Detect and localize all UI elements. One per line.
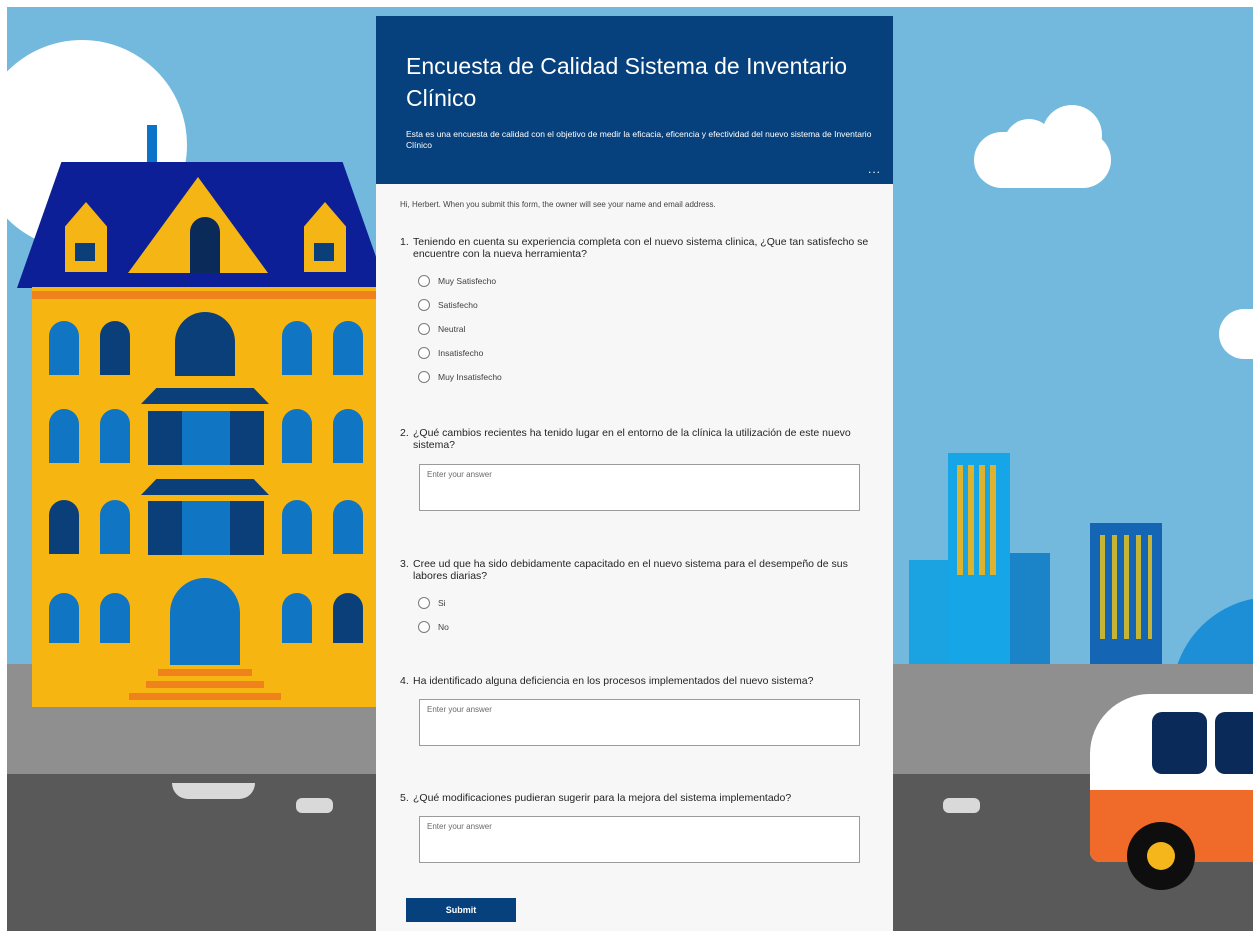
drain-grate (172, 783, 255, 799)
question-5: 5. ¿Qué modificaciones pudieran sugerir … (400, 792, 870, 804)
window (100, 321, 130, 375)
answer-input-4[interactable]: Enter your answer (419, 699, 860, 746)
question-text: Ha identificado alguna deficiencia en lo… (413, 675, 814, 687)
question-text: ¿Qué cambios recientes ha tenido lugar e… (413, 427, 851, 451)
window (49, 409, 79, 463)
building-shape (909, 560, 949, 664)
radio-option[interactable]: Muy Insatisfecho (418, 365, 870, 389)
window (282, 409, 312, 463)
option-label: Neutral (438, 324, 466, 334)
window (333, 409, 363, 463)
radio-icon[interactable] (418, 597, 430, 609)
cloud-icon (1219, 309, 1253, 359)
answer-input-2[interactable]: Enter your answer (419, 464, 860, 511)
question-number: 2. (400, 427, 409, 439)
radio-icon[interactable] (418, 323, 430, 335)
building-windows (957, 465, 1001, 575)
window (49, 593, 79, 643)
input-placeholder: Enter your answer (427, 822, 492, 831)
van-window (1215, 712, 1253, 774)
question-text: Cree ud que ha sido debidamente capacita… (413, 558, 848, 582)
steps (146, 681, 264, 688)
window (100, 500, 130, 554)
question-number: 1. (400, 236, 409, 248)
option-label: Si (438, 598, 446, 608)
window (182, 411, 230, 465)
door (170, 578, 240, 665)
radio-option[interactable]: Insatisfecho (418, 341, 870, 365)
question-2: 2. ¿Qué cambios recientes ha tenido luga… (400, 427, 870, 451)
van-window (1152, 712, 1207, 774)
question-1: 1. Teniendo en cuenta su experiencia com… (400, 236, 870, 389)
cloud-puff (1042, 105, 1102, 165)
roof-window (190, 217, 220, 273)
question-1-title: 1. Teniendo en cuenta su experiencia com… (400, 236, 870, 260)
question-number: 5. (400, 792, 409, 804)
window (333, 593, 363, 643)
facade-stripe (32, 291, 383, 299)
building-windows (1100, 535, 1152, 639)
window (100, 593, 130, 643)
radio-icon[interactable] (418, 347, 430, 359)
options-list: Muy Satisfecho Satisfecho Neutral Insati… (400, 269, 870, 389)
question-5-title: 5. ¿Qué modificaciones pudieran sugerir … (400, 792, 870, 804)
form-card: Encuesta de Calidad Sistema de Inventari… (376, 16, 893, 931)
input-placeholder: Enter your answer (427, 705, 492, 714)
window (333, 321, 363, 375)
question-3: 3. Cree ud que ha sido debidamente capac… (400, 558, 870, 639)
radio-icon[interactable] (418, 299, 430, 311)
radio-option[interactable]: Si (418, 591, 870, 615)
question-number: 3. (400, 558, 409, 570)
window (100, 409, 130, 463)
dormer-window (75, 243, 95, 261)
radio-icon[interactable] (418, 621, 430, 633)
question-4: 4. Ha identificado alguna deficiencia en… (400, 675, 870, 687)
question-4-title: 4. Ha identificado alguna deficiencia en… (400, 675, 870, 687)
building-shape (1010, 553, 1050, 664)
radio-option[interactable]: Neutral (418, 317, 870, 341)
awning (141, 388, 269, 404)
form-title: Encuesta de Calidad Sistema de Inventari… (406, 53, 848, 111)
input-placeholder: Enter your answer (427, 470, 492, 479)
steps (158, 669, 252, 676)
radio-icon[interactable] (418, 275, 430, 287)
question-2-title: 2. ¿Qué cambios recientes ha tenido luga… (400, 427, 870, 451)
question-3-title: 3. Cree ud que ha sido debidamente capac… (400, 558, 870, 582)
option-label: Muy Insatisfecho (438, 372, 502, 382)
awning (141, 479, 269, 495)
answer-input-5[interactable]: Enter your answer (419, 816, 860, 863)
options-list: Si No (400, 591, 870, 639)
radio-option[interactable]: Muy Satisfecho (418, 269, 870, 293)
radio-option[interactable]: No (418, 615, 870, 639)
window (333, 500, 363, 554)
radio-icon[interactable] (418, 371, 430, 383)
owner-notice: Hi, Herbert. When you submit this form, … (400, 200, 716, 209)
form-header: Encuesta de Calidad Sistema de Inventari… (376, 16, 893, 184)
window (175, 312, 235, 376)
window (182, 501, 230, 555)
question-text: Teniendo en cuenta su experiencia comple… (413, 236, 869, 260)
option-label: Muy Satisfecho (438, 276, 497, 286)
window (49, 321, 79, 375)
form-description: Esta es una encuesta de calidad con el o… (406, 129, 872, 150)
van-wheel-hub (1147, 842, 1175, 870)
road-line (943, 798, 980, 813)
option-label: Insatisfecho (438, 348, 484, 358)
dormer-window (314, 243, 334, 261)
option-label: No (438, 622, 449, 632)
question-number: 4. (400, 675, 409, 687)
window (282, 593, 312, 643)
window (282, 321, 312, 375)
road-line (296, 798, 333, 813)
question-text: ¿Qué modificaciones pudieran sugerir par… (413, 792, 792, 804)
ellipsis-icon[interactable]: ... (868, 162, 881, 176)
radio-option[interactable]: Satisfecho (418, 293, 870, 317)
submit-button[interactable]: Submit (406, 898, 516, 922)
window (49, 500, 79, 554)
option-label: Satisfecho (438, 300, 478, 310)
window (282, 500, 312, 554)
steps (129, 693, 281, 700)
